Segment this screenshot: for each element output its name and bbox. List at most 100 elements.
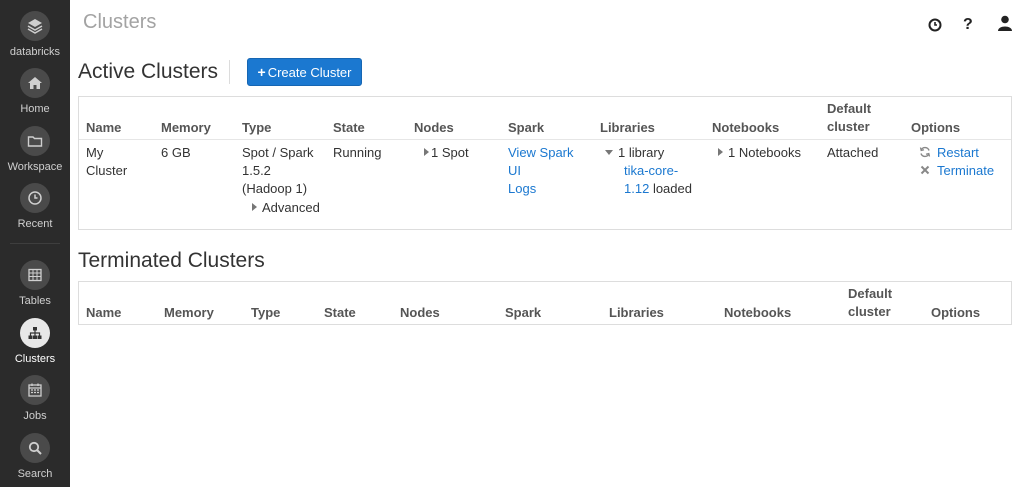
column-header-type[interactable]: Type: [242, 119, 271, 137]
caret-right-icon: [424, 148, 429, 156]
notebooks-toggle[interactable]: 1 Notebooks: [718, 144, 801, 162]
advanced-toggle[interactable]: Advanced: [252, 199, 320, 217]
column-header-type[interactable]: Type: [251, 304, 280, 322]
sidebar-item-tables[interactable]: Tables: [0, 260, 70, 307]
user-icon[interactable]: [996, 14, 1014, 32]
cluster-memory: 6 GB: [161, 145, 191, 160]
column-header-options[interactable]: Options: [931, 304, 980, 322]
column-header-default-line2: cluster: [848, 304, 891, 319]
header-toolbar: ?: [926, 14, 1016, 34]
library-name-line1: tika-core-: [624, 163, 679, 178]
sidebar-item-label: Jobs: [23, 410, 47, 422]
title-divider: [229, 60, 230, 84]
column-header-default-line1: Default: [827, 101, 872, 116]
sidebar: databricks Home Workspace Recent Tables …: [0, 0, 70, 487]
column-header-libraries[interactable]: Libraries: [609, 304, 664, 322]
terminate-link[interactable]: Terminate: [937, 163, 994, 178]
column-header-memory[interactable]: Memory: [164, 304, 214, 322]
column-header-default-cluster[interactable]: Default cluster: [848, 285, 892, 321]
folder-icon: [20, 126, 50, 156]
libraries-cell: 1 library tika-core- 1.12 loaded: [605, 144, 692, 198]
search-icon: [20, 433, 50, 463]
create-cluster-label: Create Cluster: [267, 65, 352, 80]
column-header-state[interactable]: State: [324, 304, 356, 322]
clusters-icon: [20, 318, 50, 348]
active-clusters-table: Name Memory Type State Nodes Spark Libra…: [78, 96, 1012, 230]
clock-icon[interactable]: [926, 16, 944, 34]
clock-icon: [20, 183, 50, 213]
header-separator: [79, 139, 1011, 140]
libraries-count: 1 library: [618, 145, 665, 160]
svg-text:?: ?: [963, 16, 973, 32]
cluster-type-line1: Spot / Spark: [242, 145, 314, 160]
sidebar-item-search[interactable]: Search: [0, 433, 70, 480]
restart-icon: [919, 146, 931, 158]
libraries-toggle[interactable]: 1 library: [605, 145, 664, 160]
sidebar-item-databricks[interactable]: databricks: [0, 11, 70, 58]
library-version-link[interactable]: 1.12: [605, 181, 649, 196]
sidebar-item-home[interactable]: Home: [0, 68, 70, 115]
home-icon: [20, 68, 50, 98]
column-header-default-line1: Default: [848, 286, 893, 301]
view-spark-ui-line2: UI: [508, 163, 521, 178]
create-cluster-button[interactable]: + Create Cluster: [247, 58, 362, 86]
cluster-name-line2: Cluster: [86, 163, 128, 178]
cluster-type-line3: (Hadoop 1): [242, 181, 308, 196]
sidebar-item-label: Clusters: [14, 353, 56, 365]
spark-links: View Spark UI Logs: [508, 144, 574, 198]
column-header-default-line2: cluster: [827, 119, 870, 134]
column-header-state[interactable]: State: [333, 119, 365, 137]
sidebar-item-recent[interactable]: Recent: [0, 183, 70, 230]
view-spark-ui-link[interactable]: View Spark UI: [508, 145, 574, 178]
cluster-type-line2: 1.5.2: [242, 163, 271, 178]
column-header-name[interactable]: Name: [86, 304, 121, 322]
library-link[interactable]: tika-core-: [605, 163, 678, 178]
caret-down-icon: [605, 150, 613, 155]
column-header-nodes[interactable]: Nodes: [414, 119, 454, 137]
databricks-logo-icon: [20, 11, 50, 41]
column-header-spark[interactable]: Spark: [505, 304, 541, 322]
terminate-action[interactable]: Terminate: [919, 162, 994, 180]
page-title: Clusters: [83, 11, 157, 33]
default-cluster-status: Attached: [827, 145, 879, 160]
sidebar-item-clusters[interactable]: Clusters: [0, 318, 70, 365]
nodes-toggle[interactable]: 1 Spot: [424, 144, 469, 162]
help-icon[interactable]: ?: [959, 14, 977, 33]
terminated-clusters-title: Terminated Clusters: [78, 249, 265, 272]
notebooks-label: 1 Notebooks: [728, 145, 801, 160]
column-header-notebooks[interactable]: Notebooks: [712, 119, 779, 137]
library-status: loaded: [652, 181, 692, 196]
column-header-notebooks[interactable]: Notebooks: [724, 304, 791, 322]
column-header-name[interactable]: Name: [86, 119, 121, 137]
column-header-options[interactable]: Options: [911, 119, 960, 137]
sidebar-item-label: Tables: [19, 295, 51, 307]
close-icon: [920, 165, 930, 175]
active-clusters-title: Active Clusters: [78, 60, 219, 83]
restart-action[interactable]: Restart: [919, 144, 979, 162]
caret-right-icon: [252, 203, 257, 211]
sidebar-divider: [10, 243, 60, 244]
column-header-default-cluster[interactable]: Default cluster: [827, 100, 871, 136]
sidebar-item-jobs[interactable]: Jobs: [0, 375, 70, 422]
sidebar-item-label: Home: [20, 103, 50, 115]
cluster-type: Spot / Spark 1.5.2 (Hadoop 1): [242, 144, 314, 198]
table-icon: [20, 260, 50, 290]
sidebar-item-label: databricks: [9, 46, 61, 58]
plus-icon: +: [257, 64, 266, 80]
column-header-memory[interactable]: Memory: [161, 119, 211, 137]
logs-link[interactable]: Logs: [508, 181, 536, 196]
nodes-label: 1 Spot: [431, 145, 469, 160]
sidebar-item-label: Search: [17, 468, 53, 480]
sidebar-item-workspace[interactable]: Workspace: [0, 126, 70, 173]
column-header-spark[interactable]: Spark: [508, 119, 544, 137]
restart-link[interactable]: Restart: [937, 145, 979, 160]
sidebar-item-label: Recent: [17, 218, 53, 230]
cluster-name[interactable]: My Cluster: [86, 144, 127, 180]
calendar-icon: [20, 375, 50, 405]
caret-right-icon: [718, 148, 723, 156]
cluster-name-line1: My: [86, 145, 104, 160]
terminated-clusters-table: Name Memory Type State Nodes Spark Libra…: [78, 281, 1012, 325]
cluster-state: Running: [333, 145, 382, 160]
column-header-nodes[interactable]: Nodes: [400, 304, 440, 322]
column-header-libraries[interactable]: Libraries: [600, 119, 655, 137]
